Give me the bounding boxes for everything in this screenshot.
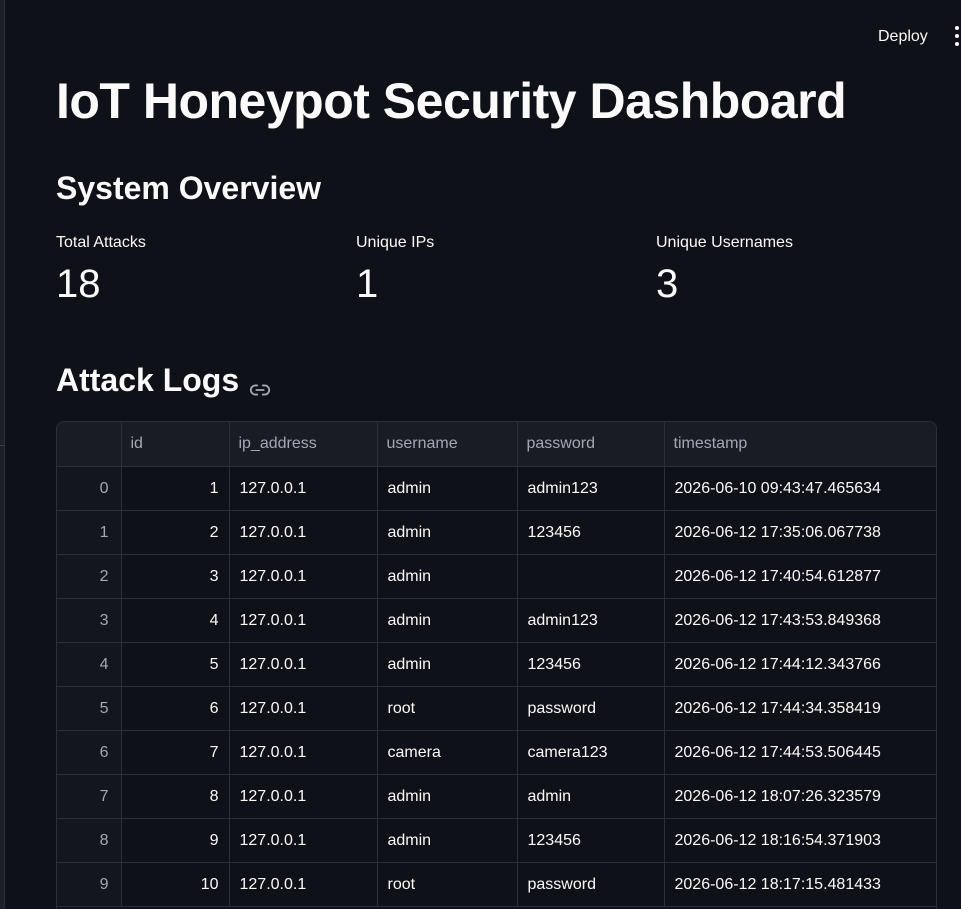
column-header-id[interactable]: id bbox=[121, 422, 230, 467]
cell-password[interactable]: camera123 bbox=[517, 730, 665, 775]
table-row[interactable]: 8 9 127.0.0.1 admin 123456 2026-06-12 18… bbox=[57, 818, 936, 863]
cell-password[interactable]: admin bbox=[517, 774, 665, 819]
cell-username[interactable]: admin bbox=[377, 774, 518, 819]
row-index: 1 bbox=[57, 510, 122, 555]
cell-timestamp[interactable]: 2026-06-12 18:17:15.481433 bbox=[664, 862, 936, 907]
table-row[interactable]: 5 6 127.0.0.1 root password 2026-06-12 1… bbox=[57, 686, 936, 731]
row-index: 5 bbox=[57, 686, 122, 731]
column-header-ip-address[interactable]: ip_address bbox=[229, 422, 378, 467]
cell-timestamp[interactable]: 2026-06-12 18:16:54.371903 bbox=[664, 818, 936, 863]
cell-timestamp[interactable]: 2026-06-12 18:07:26.323579 bbox=[664, 774, 936, 819]
metric-value: 1 bbox=[356, 262, 379, 306]
column-header-timestamp[interactable]: timestamp bbox=[664, 422, 936, 467]
cell-id[interactable]: 1 bbox=[121, 466, 230, 511]
table-row[interactable]: 2 3 127.0.0.1 admin 2026-06-12 17:40:54.… bbox=[57, 554, 936, 599]
cell-id[interactable]: 8 bbox=[121, 774, 230, 819]
cell-password[interactable]: 123456 bbox=[517, 510, 665, 555]
cell-username[interactable]: root bbox=[377, 686, 518, 731]
row-index: 4 bbox=[57, 642, 122, 687]
cell-password[interactable]: 123456 bbox=[517, 642, 665, 687]
deploy-button[interactable]: Deploy bbox=[866, 24, 940, 50]
cell-id[interactable]: 2 bbox=[121, 510, 230, 555]
cell-id[interactable]: 10 bbox=[121, 862, 230, 907]
metric-value: 18 bbox=[56, 262, 101, 306]
row-index: 8 bbox=[57, 818, 122, 863]
cell-ip-address[interactable]: 127.0.0.1 bbox=[229, 554, 378, 599]
dashboard-app: Deploy IoT Honeypot Security Dashboard S… bbox=[0, 0, 961, 909]
cell-username[interactable]: root bbox=[377, 862, 518, 907]
cell-timestamp[interactable]: 2026-06-12 17:44:53.506445 bbox=[664, 730, 936, 775]
table-row[interactable]: 4 5 127.0.0.1 admin 123456 2026-06-12 17… bbox=[57, 642, 936, 687]
metric-label: Total Attacks bbox=[56, 234, 146, 251]
cell-timestamp[interactable]: 2026-06-12 17:35:06.067738 bbox=[664, 510, 936, 555]
more-vertical-icon[interactable] bbox=[954, 26, 960, 46]
cell-username[interactable]: admin bbox=[377, 554, 518, 599]
cell-ip-address[interactable]: 127.0.0.1 bbox=[229, 686, 378, 731]
cell-timestamp[interactable]: 2026-06-12 17:44:34.358419 bbox=[664, 686, 936, 731]
page-title: IoT Honeypot Security Dashboard bbox=[56, 73, 847, 129]
cell-password[interactable]: password bbox=[517, 686, 665, 731]
row-index: 2 bbox=[57, 554, 122, 599]
cell-password[interactable]: password bbox=[517, 862, 665, 907]
cell-timestamp[interactable]: 2026-06-12 17:43:53.849368 bbox=[664, 598, 936, 643]
attack-logs-title: Attack Logs bbox=[56, 362, 240, 398]
cell-timestamp[interactable]: 2026-06-12 17:44:12.343766 bbox=[664, 642, 936, 687]
cell-id[interactable]: 7 bbox=[121, 730, 230, 775]
table-row[interactable]: 1 2 127.0.0.1 admin 123456 2026-06-12 17… bbox=[57, 510, 936, 555]
attack-logs-table[interactable]: id ip_address username password timestam… bbox=[56, 421, 937, 909]
cell-ip-address[interactable]: 127.0.0.1 bbox=[229, 862, 378, 907]
metric-value: 3 bbox=[656, 262, 679, 306]
metric-label: Unique Usernames bbox=[656, 234, 793, 251]
link-icon[interactable] bbox=[249, 372, 271, 395]
cell-id[interactable]: 4 bbox=[121, 598, 230, 643]
cell-id[interactable]: 3 bbox=[121, 554, 230, 599]
row-index: 9 bbox=[57, 862, 122, 907]
cell-ip-address[interactable]: 127.0.0.1 bbox=[229, 466, 378, 511]
attack-logs-heading: Attack Logs bbox=[56, 362, 271, 399]
row-index: 7 bbox=[57, 774, 122, 819]
cell-ip-address[interactable]: 127.0.0.1 bbox=[229, 598, 378, 643]
metric-label: Unique IPs bbox=[356, 234, 435, 251]
table-row[interactable]: 3 4 127.0.0.1 admin admin123 2026-06-12 … bbox=[57, 598, 936, 643]
cell-username[interactable]: admin bbox=[377, 598, 518, 643]
column-header-password[interactable]: password bbox=[517, 422, 665, 467]
cell-username[interactable]: admin bbox=[377, 642, 518, 687]
sidebar-edge-mark bbox=[0, 445, 4, 446]
column-header-index[interactable] bbox=[57, 422, 122, 467]
cell-ip-address[interactable]: 127.0.0.1 bbox=[229, 774, 378, 819]
cell-ip-address[interactable]: 127.0.0.1 bbox=[229, 642, 378, 687]
cell-username[interactable]: admin bbox=[377, 510, 518, 555]
row-index: 0 bbox=[57, 466, 122, 511]
table-row[interactable]: 6 7 127.0.0.1 camera camera123 2026-06-1… bbox=[57, 730, 936, 775]
table-row[interactable]: 9 10 127.0.0.1 root password 2026-06-12 … bbox=[57, 862, 936, 907]
cell-id[interactable]: 6 bbox=[121, 686, 230, 731]
row-index: 3 bbox=[57, 598, 122, 643]
cell-ip-address[interactable]: 127.0.0.1 bbox=[229, 730, 378, 775]
sidebar-edge[interactable] bbox=[0, 0, 5, 909]
cell-password[interactable] bbox=[517, 554, 665, 599]
table-row[interactable]: 0 1 127.0.0.1 admin admin123 2026-06-10 … bbox=[57, 466, 936, 511]
cell-timestamp[interactable]: 2026-06-10 09:43:47.465634 bbox=[664, 466, 936, 511]
cell-id[interactable]: 9 bbox=[121, 818, 230, 863]
cell-password[interactable]: admin123 bbox=[517, 466, 665, 511]
column-header-username[interactable]: username bbox=[377, 422, 518, 467]
metric-unique-usernames: Unique Usernames 3 bbox=[656, 234, 793, 307]
cell-timestamp[interactable]: 2026-06-12 17:40:54.612877 bbox=[664, 554, 936, 599]
overview-heading: System Overview bbox=[56, 170, 322, 206]
row-index: 6 bbox=[57, 730, 122, 775]
cell-username[interactable]: admin bbox=[377, 818, 518, 863]
table-row[interactable]: 7 8 127.0.0.1 admin admin 2026-06-12 18:… bbox=[57, 774, 936, 819]
cell-ip-address[interactable]: 127.0.0.1 bbox=[229, 510, 378, 555]
metric-total-attacks: Total Attacks 18 bbox=[56, 234, 146, 307]
table-header-row: id ip_address username password timestam… bbox=[57, 422, 936, 467]
cell-id[interactable]: 5 bbox=[121, 642, 230, 687]
cell-password[interactable]: admin123 bbox=[517, 598, 665, 643]
cell-username[interactable]: camera bbox=[377, 730, 518, 775]
cell-password[interactable]: 123456 bbox=[517, 818, 665, 863]
metric-unique-ips: Unique IPs 1 bbox=[356, 234, 434, 307]
cell-ip-address[interactable]: 127.0.0.1 bbox=[229, 818, 378, 863]
cell-username[interactable]: admin bbox=[377, 466, 518, 511]
